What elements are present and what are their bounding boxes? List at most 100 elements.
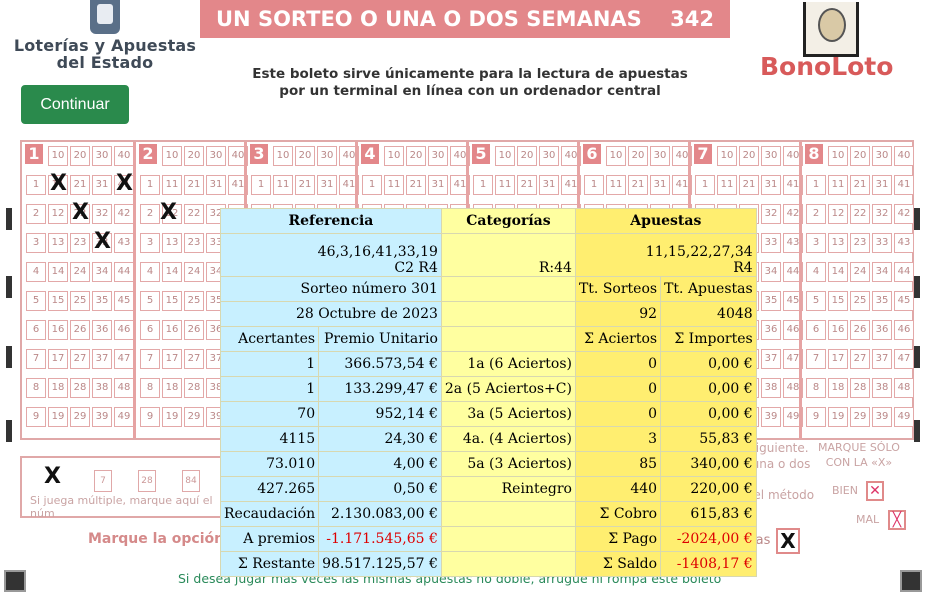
grid-cell[interactable]: 31: [428, 175, 448, 195]
grid-cell[interactable]: 11: [606, 175, 626, 195]
grid-cell[interactable]: 31: [650, 175, 670, 195]
grid-cell[interactable]: 11: [162, 175, 182, 195]
grid-cell[interactable]: 40: [894, 146, 914, 166]
grid-cell[interactable]: 32: [761, 204, 781, 224]
grid-cell[interactable]: 15: [828, 291, 848, 311]
grid-cell[interactable]: 24: [70, 262, 90, 282]
grid-cell[interactable]: 43: [894, 233, 914, 253]
grid-cell[interactable]: 21: [739, 175, 759, 195]
grid-cell[interactable]: 30: [206, 146, 226, 166]
grid-cell[interactable]: 11: [273, 175, 293, 195]
grid-cell[interactable]: 12: [828, 204, 848, 224]
grid-cell[interactable]: 4: [806, 262, 826, 282]
grid-cell[interactable]: 1: [26, 175, 46, 195]
grid-cell[interactable]: 39: [872, 407, 892, 427]
grid-cell[interactable]: 3: [140, 233, 160, 253]
grid-cell[interactable]: 20: [70, 146, 90, 166]
grid-cell[interactable]: 35: [92, 291, 112, 311]
grid-cell[interactable]: 42: [894, 204, 914, 224]
grid-cell[interactable]: 17: [828, 349, 848, 369]
grid-cell[interactable]: 26: [70, 320, 90, 340]
grid-cell[interactable]: 29: [184, 407, 204, 427]
grid-cell[interactable]: 18: [828, 378, 848, 398]
grid-cell[interactable]: 36: [92, 320, 112, 340]
grid-cell[interactable]: 2: [806, 204, 826, 224]
multiple-box[interactable]: 84: [182, 470, 200, 492]
grid-cell[interactable]: 36: [761, 320, 781, 340]
grid-cell[interactable]: 13: [162, 233, 182, 253]
grid-cell[interactable]: 37: [92, 349, 112, 369]
grid-cell[interactable]: 46: [894, 320, 914, 340]
grid-cell[interactable]: 8: [806, 378, 826, 398]
grid-cell[interactable]: 27: [850, 349, 870, 369]
grid-cell[interactable]: 1: [473, 175, 493, 195]
grid-cell[interactable]: 7: [26, 349, 46, 369]
grid-cell[interactable]: 13: [48, 233, 68, 253]
grid-cell[interactable]: 5: [806, 291, 826, 311]
grid-cell[interactable]: 24: [850, 262, 870, 282]
grid-cell[interactable]: 6: [26, 320, 46, 340]
grid-cell[interactable]: 26: [850, 320, 870, 340]
grid-cell[interactable]: 10: [384, 146, 404, 166]
grid-cell[interactable]: 13: [828, 233, 848, 253]
grid-cell[interactable]: 48: [894, 378, 914, 398]
grid-cell[interactable]: 7: [140, 349, 160, 369]
grid-cell[interactable]: 31: [206, 175, 226, 195]
grid-cell[interactable]: 28: [184, 378, 204, 398]
grid-cell[interactable]: 47: [894, 349, 914, 369]
grid-cell[interactable]: 19: [48, 407, 68, 427]
grid-cell[interactable]: 38: [872, 378, 892, 398]
grid-cell[interactable]: 30: [92, 146, 112, 166]
grid-cell[interactable]: 1: [806, 175, 826, 195]
grid-cell[interactable]: 31: [761, 175, 781, 195]
grid-cell[interactable]: 9: [140, 407, 160, 427]
grid-cell[interactable]: 4: [140, 262, 160, 282]
grid-cell[interactable]: 12: [48, 204, 68, 224]
grid-cell[interactable]: 5: [140, 291, 160, 311]
grid-cell[interactable]: 49: [114, 407, 134, 427]
grid-cell[interactable]: 17: [48, 349, 68, 369]
grid-cell[interactable]: 15: [162, 291, 182, 311]
grid-cell[interactable]: 30: [872, 146, 892, 166]
grid-cell[interactable]: 34: [761, 262, 781, 282]
grid-cell[interactable]: 25: [850, 291, 870, 311]
grid-cell[interactable]: 5: [26, 291, 46, 311]
grid-cell[interactable]: 27: [184, 349, 204, 369]
grid-cell[interactable]: 37: [761, 349, 781, 369]
grid-cell[interactable]: 21: [850, 175, 870, 195]
grid-cell[interactable]: 21: [184, 175, 204, 195]
grid-cell[interactable]: 2: [140, 204, 160, 224]
grid-cell[interactable]: 21: [406, 175, 426, 195]
grid-cell[interactable]: 11: [495, 175, 515, 195]
grid-cell[interactable]: 31: [317, 175, 337, 195]
grid-cell[interactable]: 36: [872, 320, 892, 340]
grid-cell[interactable]: 8: [26, 378, 46, 398]
grid-cell[interactable]: 20: [739, 146, 759, 166]
multiple-box[interactable]: 7: [94, 470, 112, 492]
grid-cell[interactable]: 35: [872, 291, 892, 311]
grid-cell[interactable]: 29: [70, 407, 90, 427]
grid-cell[interactable]: 25: [70, 291, 90, 311]
grid-cell[interactable]: 47: [114, 349, 134, 369]
grid-cell[interactable]: 21: [295, 175, 315, 195]
grid-cell[interactable]: 10: [495, 146, 515, 166]
grid-cell[interactable]: 20: [295, 146, 315, 166]
grid-cell[interactable]: 45: [894, 291, 914, 311]
grid-cell[interactable]: 11: [828, 175, 848, 195]
grid-cell[interactable]: 7: [806, 349, 826, 369]
grid-cell[interactable]: 39: [761, 407, 781, 427]
grid-cell[interactable]: 20: [517, 146, 537, 166]
grid-cell[interactable]: 1: [251, 175, 271, 195]
grid-cell[interactable]: 26: [184, 320, 204, 340]
grid-cell[interactable]: 21: [628, 175, 648, 195]
grid-cell[interactable]: 40: [114, 146, 134, 166]
grid-cell[interactable]: 4: [26, 262, 46, 282]
grid-cell[interactable]: 20: [850, 146, 870, 166]
grid-cell[interactable]: 30: [539, 146, 559, 166]
grid-cell[interactable]: 45: [114, 291, 134, 311]
grid-cell[interactable]: 14: [828, 262, 848, 282]
grid-cell[interactable]: 14: [48, 262, 68, 282]
grid-cell[interactable]: 23: [184, 233, 204, 253]
grid-cell[interactable]: 48: [114, 378, 134, 398]
weeks-checkbox[interactable]: X: [776, 528, 800, 554]
